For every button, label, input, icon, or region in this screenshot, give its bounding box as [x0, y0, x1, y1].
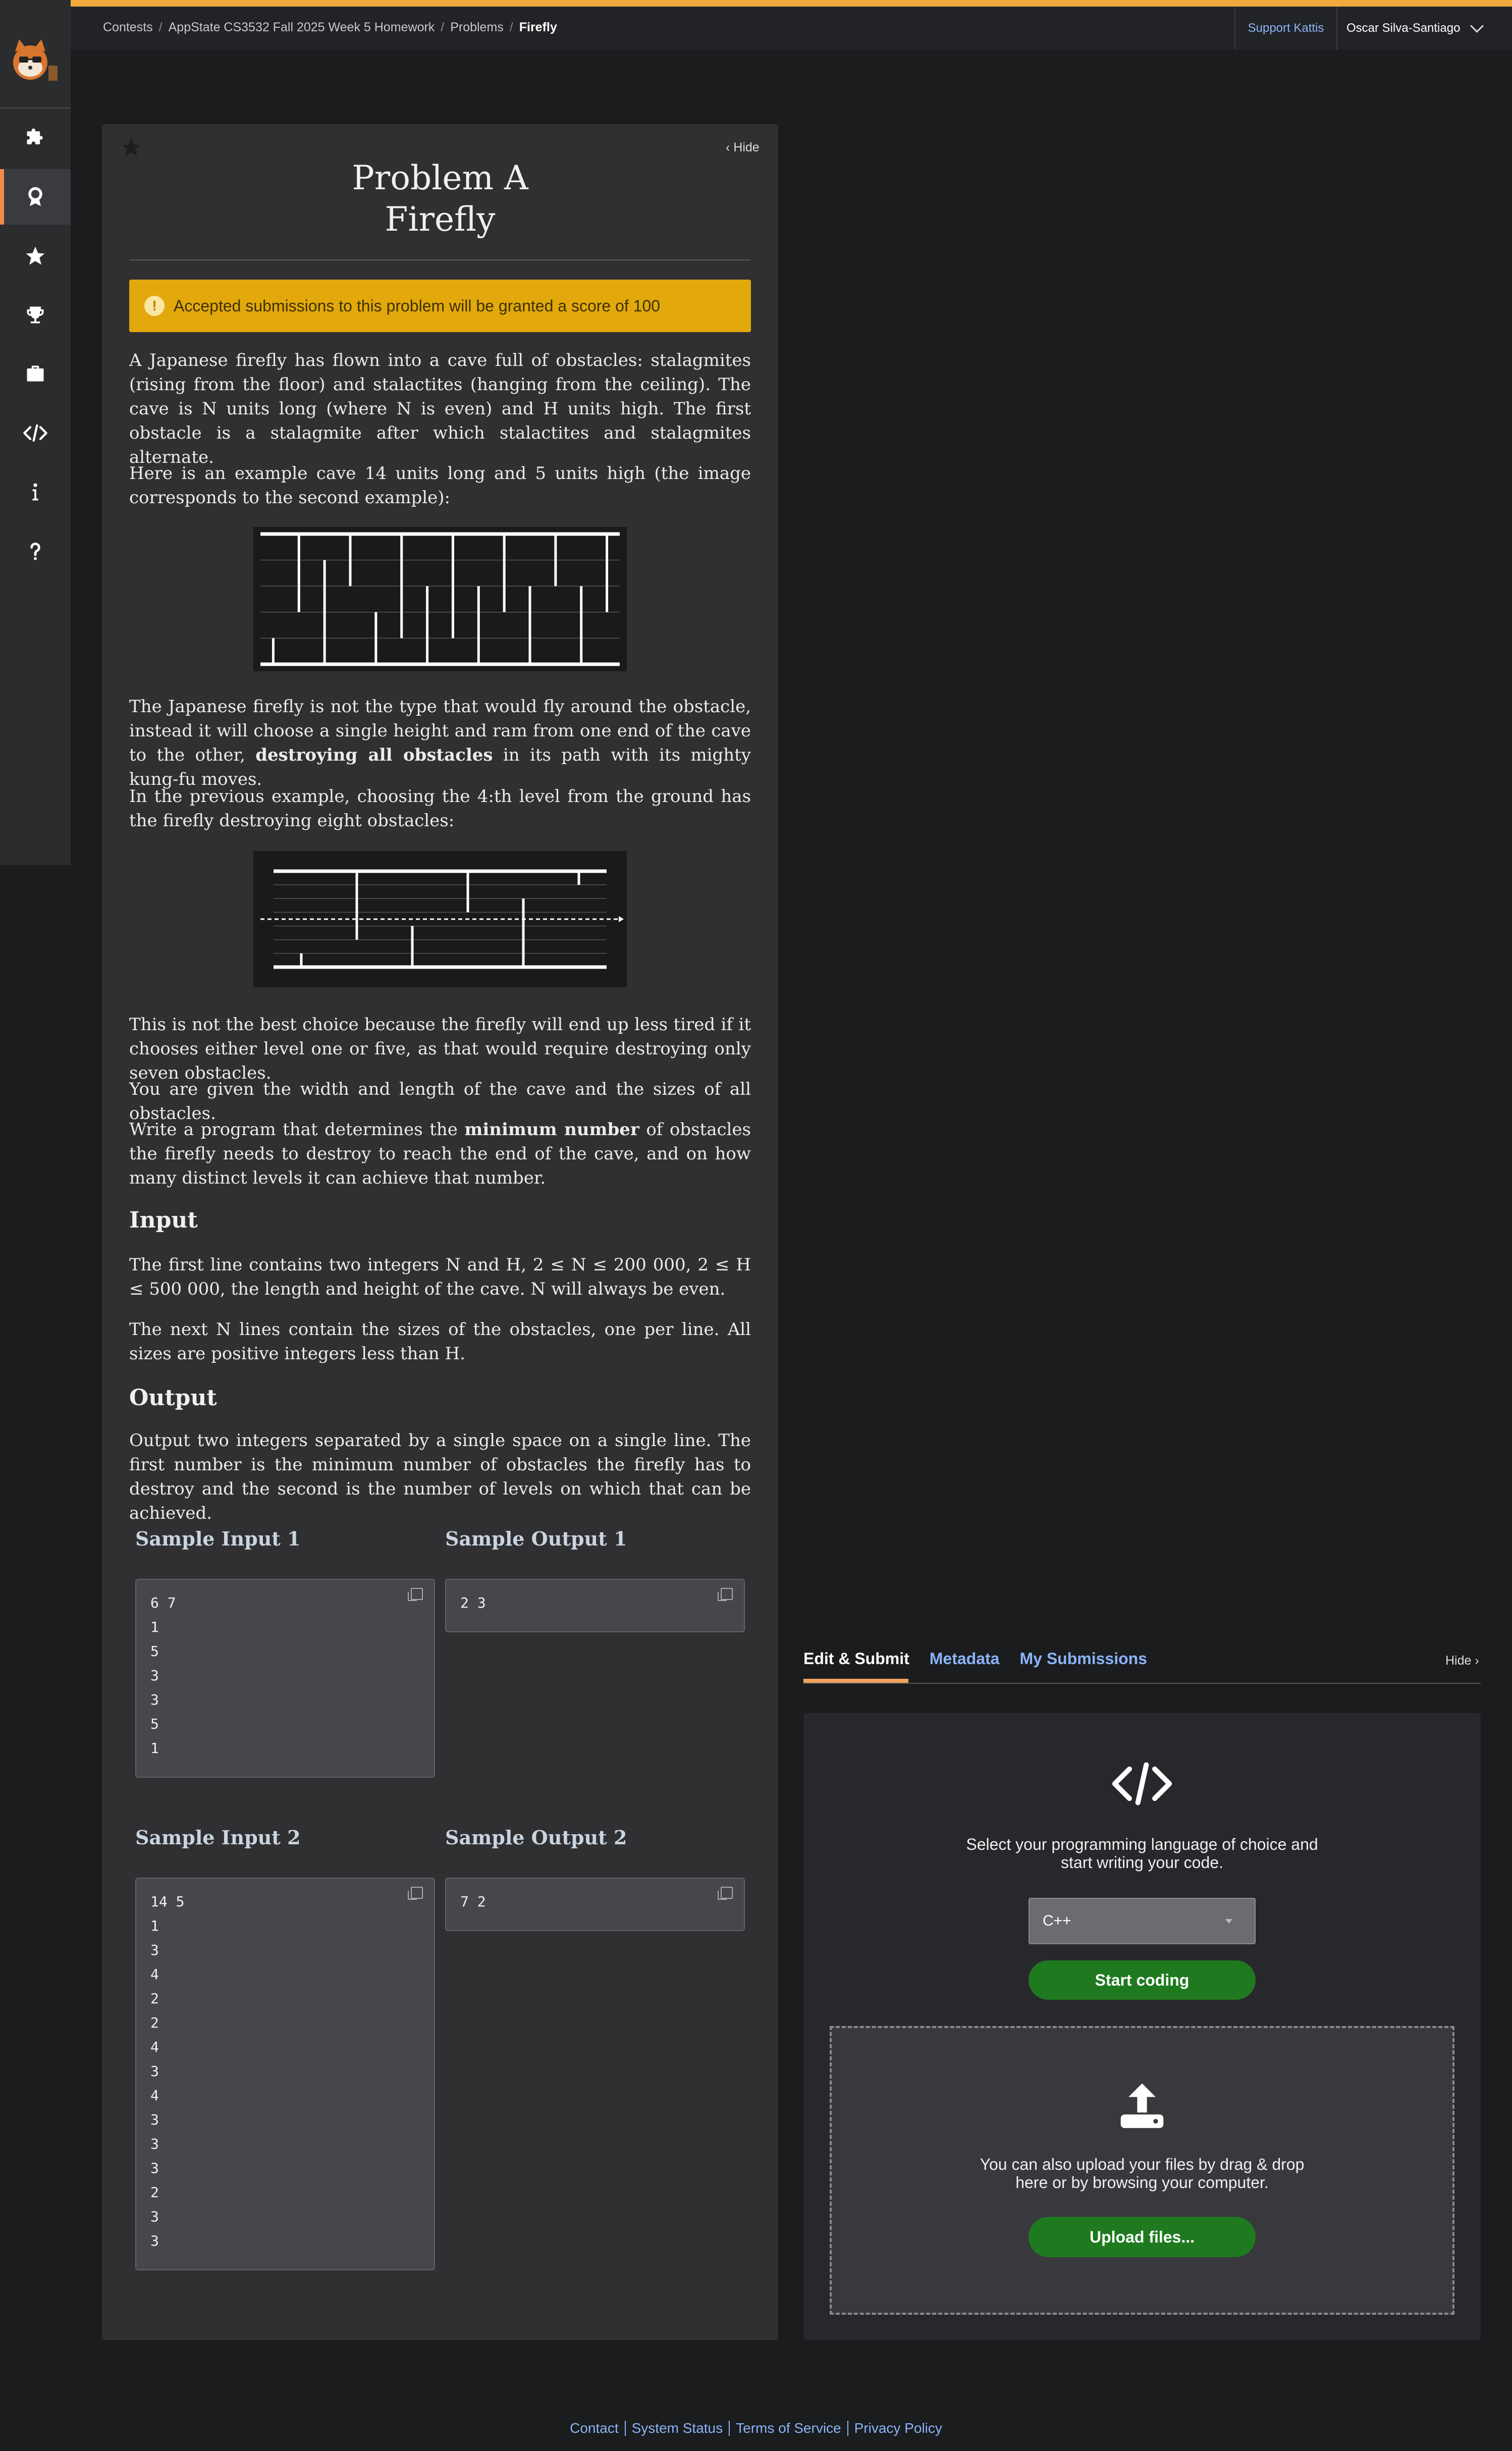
star-icon	[26, 246, 45, 265]
footer-link-contact[interactable]: Contact	[564, 2421, 625, 2436]
start-coding-button[interactable]: Start coding	[1029, 1960, 1256, 2000]
sidebar-item-problems[interactable]	[0, 110, 71, 166]
copy-icon[interactable]	[408, 1887, 423, 1900]
select-language-text: Select your programming language of choi…	[966, 1835, 1318, 1872]
upload-files-button[interactable]: Upload files...	[1029, 2217, 1256, 2257]
breadcrumb-separator: /	[441, 20, 445, 34]
language-select[interactable]: C++	[1029, 1898, 1256, 1944]
score-notice: ! Accepted submissions to this problem w…	[129, 280, 751, 332]
sidebar-item-jobs[interactable]	[0, 346, 71, 402]
sidebar-item-help[interactable]	[0, 523, 71, 579]
language-value: C++	[1043, 1912, 1071, 1929]
breadcrumb-current: Firefly	[519, 20, 557, 34]
submit-tabs: Edit & Submit Metadata My Submissions	[803, 1649, 1147, 1668]
hide-label: Hide	[1445, 1654, 1472, 1668]
cave-example-image	[253, 527, 627, 671]
problem-name: Firefly	[385, 200, 496, 239]
sample-input-text: 14 5 1 3 4 2 2 4 3 4 3 3 3 2 3 3	[150, 1893, 185, 2249]
favorite-star-icon[interactable]	[120, 136, 142, 158]
problem-paragraph: In the previous example, choosing the 4:…	[129, 786, 751, 831]
warning-icon: !	[144, 296, 165, 316]
tab-edit-submit[interactable]: Edit & Submit	[803, 1649, 909, 1668]
award-icon	[28, 187, 42, 206]
cave-level-image	[253, 851, 627, 987]
code-icon	[23, 424, 47, 442]
upload-icon	[1120, 2083, 1164, 2128]
problem-paragraph: Here is an example cave 14 units long an…	[129, 463, 751, 508]
sample-output-box[interactable]: 2 3	[445, 1579, 745, 1632]
sidebar-item-favorites[interactable]	[0, 228, 71, 284]
sample-input-title: Sample Input 2	[135, 1826, 301, 1849]
user-name: Oscar Silva-Santiago	[1346, 21, 1461, 35]
breadcrumb-problems[interactable]: Problems	[450, 20, 504, 35]
chevron-down-icon	[1470, 19, 1484, 33]
title-divider	[129, 259, 751, 260]
problem-paragraph: A Japanese firefly has flown into a cave…	[129, 350, 751, 467]
sample-output-title: Sample Output 2	[445, 1826, 627, 1849]
sidebar-item-contests[interactable]	[0, 169, 71, 225]
sample-input-box[interactable]: 14 5 1 3 4 2 2 4 3 4 3 3 3 2 3 3	[135, 1878, 435, 2270]
sidebar-item-ranklists[interactable]	[0, 287, 71, 343]
tab-my-submissions[interactable]: My Submissions	[1019, 1649, 1147, 1668]
chevron-right-icon: ›	[1471, 1654, 1479, 1668]
sample-input-box[interactable]: 6 7 1 5 3 3 5 1	[135, 1579, 435, 1778]
breadcrumb-contests[interactable]: Contests	[103, 20, 153, 35]
footer: Contact System Status Terms of Service P…	[0, 2421, 1512, 2436]
breadcrumb: Contests / AppState CS3532 Fall 2025 Wee…	[103, 20, 557, 35]
score-notice-text: Accepted submissions to this problem wil…	[174, 296, 661, 315]
problem-title: Problem A Firefly	[102, 157, 778, 240]
breadcrumb-separator: /	[158, 20, 163, 34]
input-paragraph: The first line contains two integers N a…	[129, 1255, 751, 1299]
sample-output-title: Sample Output 1	[445, 1527, 627, 1550]
footer-link-system-status[interactable]: System Status	[624, 2421, 729, 2436]
upload-instructions: You can also upload your files by drag &…	[980, 2155, 1305, 2192]
briefcase-icon	[27, 365, 44, 382]
copy-icon[interactable]	[408, 1588, 423, 1601]
breadcrumb-contest[interactable]: AppState CS3532 Fall 2025 Week 5 Homewor…	[169, 20, 435, 35]
sidebar-divider	[0, 108, 71, 109]
hide-submit-button[interactable]: Hide ›	[1445, 1654, 1479, 1668]
code-icon	[1112, 1762, 1172, 1805]
hide-label: Hide	[733, 140, 760, 154]
output-paragraph: Output two integers separated by a singl…	[129, 1430, 751, 1523]
chevron-left-icon: ‹	[726, 140, 734, 154]
copy-icon[interactable]	[718, 1887, 733, 1900]
copy-icon[interactable]	[718, 1588, 733, 1601]
sample-output-text: 2 3	[460, 1594, 486, 1611]
input-heading: Input	[129, 1207, 198, 1233]
tabs-divider	[803, 1683, 1481, 1684]
user-menu[interactable]: Oscar Silva-Santiago	[1336, 7, 1512, 50]
info-icon	[32, 483, 38, 501]
sample-output-box[interactable]: 7 2	[445, 1878, 745, 1931]
support-kattis-link[interactable]: Support Kattis	[1234, 7, 1337, 50]
firefly-path-arrow	[619, 916, 624, 922]
problem-paragraph: This is not the best choice because the …	[129, 1015, 751, 1083]
breadcrumb-separator: /	[509, 20, 513, 34]
problem-paragraph: The Japanese firefly is not the type tha…	[129, 697, 751, 789]
sample-output-text: 7 2	[460, 1893, 486, 1910]
problem-letter: Problem A	[352, 158, 528, 197]
problem-paragraph: Write a program that determines the mini…	[129, 1120, 751, 1188]
dropdown-caret-icon	[1225, 1919, 1232, 1924]
active-tab-indicator	[803, 1679, 908, 1683]
trophy-icon	[27, 306, 44, 324]
tab-metadata[interactable]: Metadata	[930, 1649, 1000, 1668]
sample-input-text: 6 7 1 5 3 3 5 1	[150, 1594, 176, 1756]
footer-link-terms[interactable]: Terms of Service	[729, 2421, 847, 2436]
input-paragraph: The next N lines contain the sizes of th…	[129, 1319, 751, 1364]
sample-input-title: Sample Input 1	[135, 1527, 301, 1550]
hide-problem-button[interactable]: ‹ Hide	[726, 140, 760, 155]
puzzle-icon	[27, 128, 43, 144]
top-accent-strip	[0, 0, 1512, 7]
output-heading: Output	[129, 1385, 217, 1411]
footer-link-privacy[interactable]: Privacy Policy	[847, 2421, 948, 2436]
sidebar-item-info[interactable]	[0, 464, 71, 520]
kattis-logo[interactable]	[7, 36, 63, 87]
help-icon	[30, 543, 40, 560]
sidebar-item-languages[interactable]	[0, 405, 71, 461]
